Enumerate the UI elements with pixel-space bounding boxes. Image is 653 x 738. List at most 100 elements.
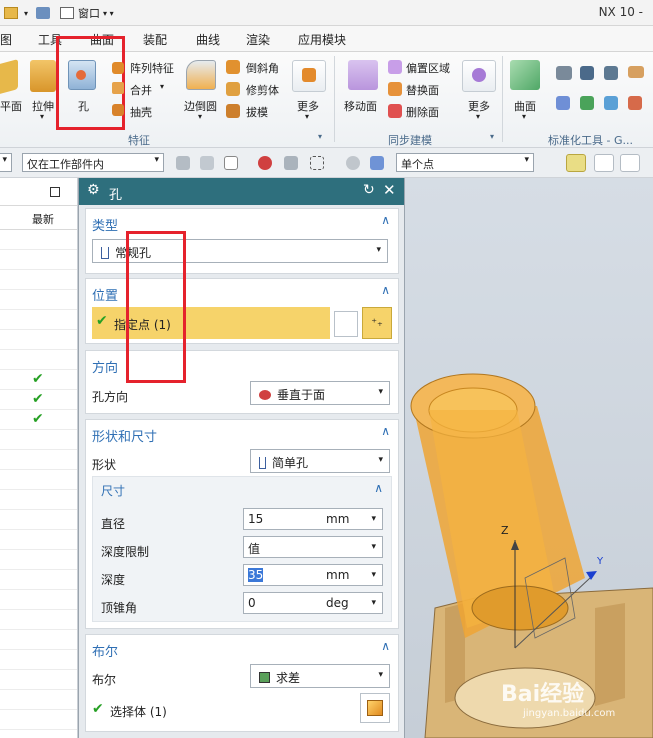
snap-tool-6-icon[interactable] [310,156,324,170]
plane-button[interactable]: 平面 [0,98,22,114]
edit-icon[interactable] [36,7,51,19]
navigator-row[interactable] [0,310,77,330]
navigator-row[interactable] [0,430,77,450]
std-tool-1-icon[interactable] [556,66,572,80]
navigator-row[interactable] [0,330,77,350]
draft-button[interactable]: 拔模 [246,104,268,120]
tab-curve[interactable]: 曲线 [196,31,220,48]
tab-assembly[interactable]: 装配 [143,31,167,48]
navigator-row[interactable] [0,550,77,570]
mid-point-icon[interactable] [620,154,640,172]
move-face-icon[interactable] [348,60,378,90]
navigator-row[interactable] [0,450,77,470]
collapse-icon[interactable]: ∧ [381,213,390,227]
snap-tool-7-icon[interactable] [346,156,360,170]
chamfer-icon[interactable] [226,60,240,74]
collapse-icon[interactable]: ∧ [374,481,383,495]
shell-icon[interactable] [112,104,124,116]
navigator-row[interactable] [0,250,77,270]
tab-view[interactable]: 图 [0,31,12,48]
reset-icon[interactable]: ↻ [363,182,375,198]
navigator-row[interactable] [0,610,77,630]
navigator-row[interactable] [0,470,77,490]
surface-dropdown-icon[interactable]: ▾ [522,112,526,121]
navigator-row[interactable] [0,570,77,590]
draft-icon[interactable] [226,104,240,118]
select-body-button[interactable] [360,693,390,723]
delete-face-icon[interactable] [388,104,402,118]
snap-tool-5-icon[interactable] [284,156,298,170]
point-dialog-button[interactable]: ⁺₊ [362,307,392,339]
navigator-row[interactable] [0,350,77,370]
tab-render[interactable]: 渲染 [246,31,270,48]
std-tool-5-icon[interactable] [556,96,570,110]
unite-dropdown-icon[interactable]: ▾ [160,82,164,91]
tab-applications[interactable]: 应用模块 [298,31,346,48]
navigator-row[interactable]: ✔ [0,390,77,410]
diameter-unit[interactable]: mm [326,512,349,526]
maximize-icon[interactable] [50,187,60,197]
navigator-row[interactable] [0,710,77,730]
unite-icon[interactable] [112,82,124,94]
more-features-dropdown-icon[interactable]: ▾ [305,112,309,121]
model-render[interactable] [405,178,653,738]
snap-tool-8-icon[interactable] [370,156,384,170]
navigator-row[interactable] [0,490,77,510]
sketch-section-button[interactable] [334,311,358,337]
gear-icon[interactable]: ⚙ [87,182,100,198]
diameter-input[interactable]: 15 mm ▾ [243,508,383,530]
latest-column-header[interactable]: 最新 [32,211,54,227]
edge-blend-dropdown-icon[interactable]: ▾ [198,112,202,121]
move-face-button[interactable]: 移动面 [344,98,377,114]
open-icon[interactable] [4,7,18,19]
navigator-row[interactable] [0,530,77,550]
depth-input[interactable]: 35 mm ▾ [243,564,383,586]
unite-button[interactable]: 合并 [130,82,152,98]
replace-face-icon[interactable] [388,82,402,96]
navigator-row[interactable]: ✔ [0,410,77,430]
form-section-header[interactable]: 形状和尺寸 ∧ [86,420,398,446]
offset-region-button[interactable]: 偏置区域 [406,60,450,76]
offset-region-icon[interactable] [388,60,402,74]
end-point-icon[interactable] [594,154,614,172]
extrude-icon[interactable] [30,60,56,92]
navigator-row[interactable] [0,590,77,610]
replace-face-button[interactable]: 替换面 [406,82,439,98]
snap-point-combo[interactable]: 单个点 ▾ [396,153,534,172]
snap-tool-1-icon[interactable] [176,156,190,170]
window-dropdown-icon[interactable]: ▾ ▾ [103,9,114,18]
navigator-row[interactable] [0,630,77,650]
navigator-row[interactable] [0,290,77,310]
snap-tool-4-icon[interactable] [258,156,272,170]
navigator-row[interactable]: ✔ [0,370,77,390]
scope-filter-combo[interactable]: 仅在工作部件内 ▾ [22,153,164,172]
navigator-row[interactable] [0,650,77,670]
graphics-viewport[interactable]: Z Y Bai经验 jingyan.baidu.com [405,178,653,738]
tip-angle-input[interactable]: 0 deg ▾ [243,592,383,614]
trim-body-icon[interactable] [226,82,240,96]
shape-dropdown[interactable]: 简单孔 ▾ [250,449,390,473]
tip-angle-unit[interactable]: deg [326,596,349,610]
boolean-dropdown[interactable]: 求差 ▾ [250,664,390,688]
edge-blend-icon[interactable] [186,60,216,90]
extrude-dropdown-icon[interactable]: ▾ [40,112,44,121]
datum-plane-icon[interactable] [0,59,18,95]
navigator-row[interactable] [0,670,77,690]
std-tool-8-icon[interactable] [628,96,642,110]
std-tool-4-icon[interactable] [628,66,644,78]
navigator-row[interactable] [0,230,77,250]
feature-group-expand-icon[interactable]: ▾ [318,132,322,141]
type-filter-combo[interactable]: ▾ [0,153,12,172]
dimensions-header[interactable]: 尺寸 [101,482,125,499]
std-tool-7-icon[interactable] [604,96,618,110]
dropdown-icon[interactable]: ▾ [24,9,28,18]
boolean-section-header[interactable]: 布尔 ∧ [86,635,398,661]
navigator-row[interactable] [0,270,77,290]
delete-face-button[interactable]: 删除面 [406,104,439,120]
snap-all-icon[interactable] [566,154,586,172]
trim-body-button[interactable]: 修剪体 [246,82,279,98]
close-icon[interactable]: ✕ [383,181,396,199]
collapse-icon[interactable]: ∧ [381,639,390,653]
shell-button[interactable]: 抽壳 [130,104,152,120]
surface-icon[interactable] [510,60,540,90]
